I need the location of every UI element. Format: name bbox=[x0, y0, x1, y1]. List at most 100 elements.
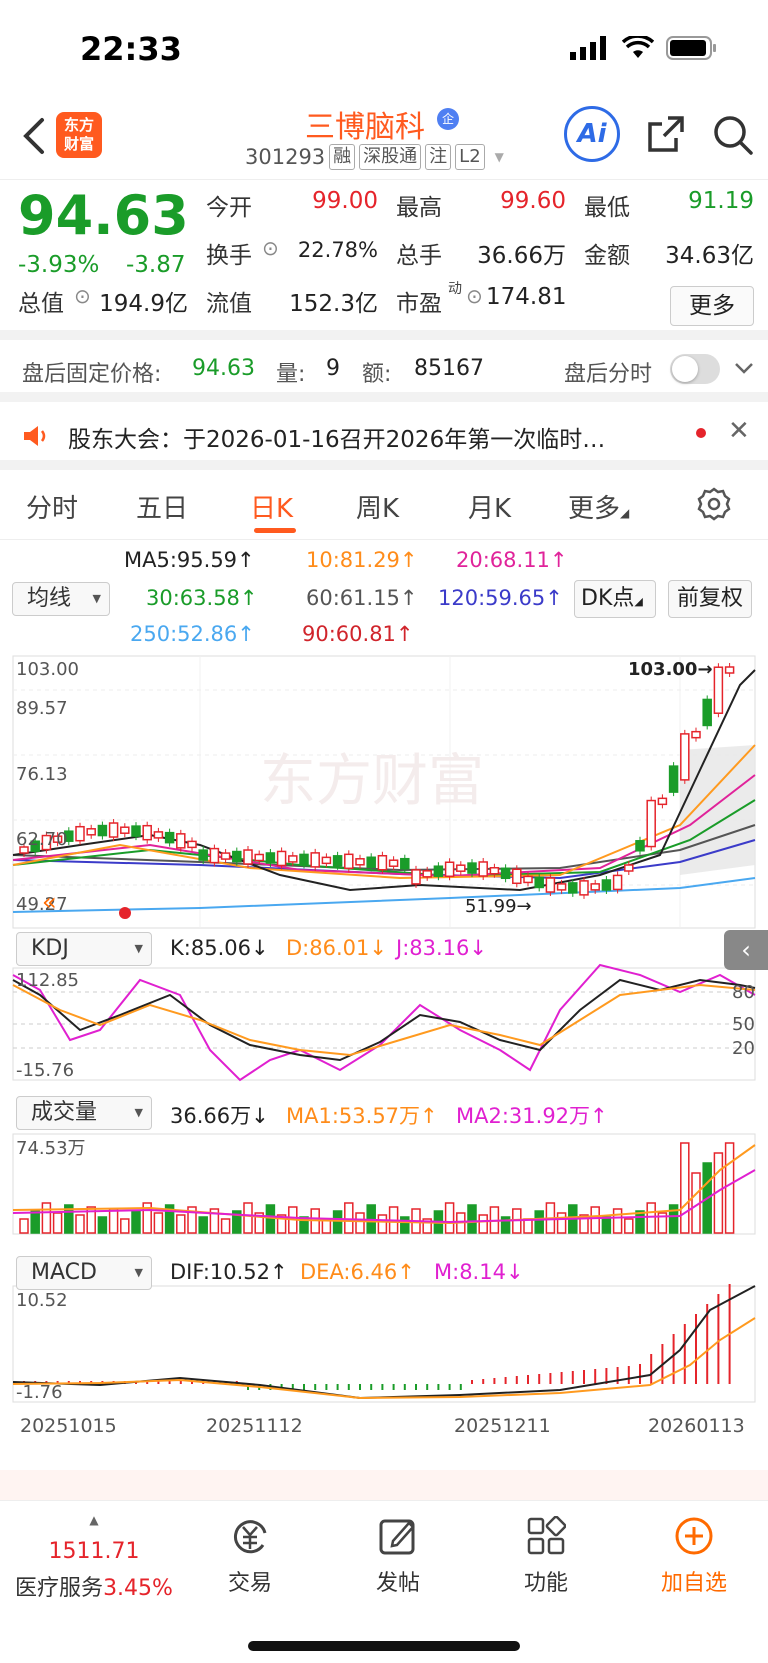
volume-bar bbox=[444, 1202, 455, 1234]
volume-bar bbox=[198, 1216, 208, 1234]
volume-bar bbox=[523, 1218, 533, 1234]
tab-monthly-k[interactable]: 月K bbox=[468, 488, 511, 525]
volume-bar bbox=[131, 1210, 141, 1234]
back-icon[interactable] bbox=[16, 114, 52, 158]
macd-dea-line bbox=[12, 1317, 756, 1400]
ai-button[interactable]: Ai bbox=[564, 106, 620, 162]
macd-selector[interactable]: MACD bbox=[16, 1256, 152, 1290]
pe-value: 174.81 bbox=[486, 284, 567, 310]
volume-bar bbox=[377, 1214, 388, 1234]
x-axis-label: 20251112 bbox=[206, 1415, 303, 1437]
candle-body bbox=[657, 797, 668, 806]
search-icon[interactable] bbox=[712, 114, 754, 156]
after-hours-toggle[interactable] bbox=[670, 354, 720, 384]
candle-body bbox=[523, 875, 533, 884]
post-button[interactable]: 发帖 bbox=[328, 1513, 468, 1597]
candle-body bbox=[635, 840, 645, 852]
candle-body bbox=[702, 698, 712, 727]
candle-body bbox=[310, 852, 320, 868]
kdj-selector[interactable]: KDJ bbox=[16, 932, 152, 966]
functions-label: 功能 bbox=[523, 1571, 568, 1596]
settings-icon[interactable] bbox=[696, 486, 732, 522]
adjust-button[interactable]: 前复权 bbox=[668, 580, 752, 618]
wifi-icon bbox=[622, 36, 654, 58]
volume-label: 总手 bbox=[396, 243, 442, 269]
tab-underline bbox=[254, 528, 296, 533]
triangle-up-icon: ▲ bbox=[89, 1513, 99, 1527]
share-icon[interactable] bbox=[646, 114, 686, 154]
trade-button[interactable]: 交易 bbox=[180, 1513, 320, 1597]
status-bar: 22:33 bbox=[0, 0, 768, 100]
tag-level2: L2 bbox=[455, 144, 485, 170]
amount-label: 金额 bbox=[584, 243, 630, 269]
info-icon[interactable]: ⊙ bbox=[74, 284, 91, 308]
macd-axis-min: -1.76 bbox=[16, 1382, 63, 1403]
candle-body bbox=[108, 822, 119, 838]
info-icon[interactable]: ⊙ bbox=[466, 284, 483, 308]
collapse-panel-icon[interactable]: ‹ bbox=[724, 930, 768, 970]
tab-timeshare[interactable]: 分时 bbox=[26, 488, 78, 525]
amount-value: 34.63亿 bbox=[665, 243, 754, 269]
tab-weekly-k[interactable]: 周K bbox=[356, 488, 399, 525]
x-axis-label: 20260113 bbox=[648, 1415, 745, 1437]
volume-bar bbox=[120, 1218, 130, 1234]
macd-axis-max: 10.52 bbox=[16, 1290, 68, 1311]
close-icon[interactable]: ✕ bbox=[728, 416, 750, 446]
sector-index-name: 医疗服务 bbox=[15, 1576, 104, 1601]
event-dot bbox=[119, 907, 131, 919]
ma90-legend: 90:60.81↑ bbox=[302, 622, 414, 646]
ma250-line bbox=[12, 877, 756, 913]
tab-more[interactable]: 更多◢ bbox=[568, 488, 629, 525]
float-label: 流值 bbox=[206, 291, 252, 317]
candle-body bbox=[232, 850, 242, 863]
after-hours-amt-label: 额: bbox=[362, 362, 392, 387]
candle-body bbox=[220, 852, 231, 860]
more-button[interactable]: 更多 bbox=[670, 286, 754, 326]
chevron-down-icon[interactable] bbox=[734, 362, 754, 376]
volume-selector[interactable]: 成交量 bbox=[16, 1096, 152, 1130]
functions-button[interactable]: 功能 bbox=[476, 1513, 616, 1597]
volume-bar bbox=[52, 1212, 63, 1234]
float-value: 152.3亿 bbox=[289, 291, 378, 317]
notice-bar[interactable]: 股东大会：于2026-01-16召开2026年第一次临时… ✕ bbox=[0, 402, 768, 470]
enterprise-badge: 企 bbox=[437, 108, 459, 130]
volume-bar bbox=[265, 1204, 276, 1234]
pe-dynamic-sup: 动 bbox=[448, 281, 462, 297]
price-axis-tick: 89.57 bbox=[16, 698, 68, 719]
volume-bar bbox=[601, 1216, 612, 1234]
volume-bar bbox=[646, 1202, 656, 1234]
turnover-label: 换手 bbox=[206, 243, 252, 269]
tag-margin: 融 bbox=[329, 144, 356, 170]
logo-line1: 东方 bbox=[63, 116, 94, 134]
unread-dot bbox=[696, 428, 706, 438]
high-label: 最高 bbox=[396, 195, 442, 221]
sector-index[interactable]: ▲ 1511.71 医疗服务3.45% bbox=[14, 1513, 174, 1602]
candle-body bbox=[646, 799, 656, 848]
volume-bar bbox=[668, 1204, 679, 1234]
stock-name: 三博脑科 bbox=[305, 110, 425, 145]
after-hours-price: 94.63 bbox=[192, 356, 255, 381]
volume-value: 36.66万 bbox=[477, 243, 566, 269]
candle-body bbox=[601, 879, 612, 891]
candle-body bbox=[265, 852, 276, 864]
candle-body bbox=[422, 870, 432, 878]
candle-body bbox=[713, 666, 724, 714]
info-icon[interactable]: ⊙ bbox=[262, 236, 279, 260]
candle-body bbox=[545, 877, 556, 893]
candle-body bbox=[377, 854, 388, 871]
tag-connect: 深股通 bbox=[359, 144, 422, 170]
stock-code-row[interactable]: 301293 融 深股通 注 L2 ▼ bbox=[245, 144, 504, 170]
tab-daily-k[interactable]: 日K bbox=[250, 488, 293, 525]
battery-icon bbox=[666, 36, 716, 60]
dk-button[interactable]: DK点◢ bbox=[574, 580, 656, 618]
tab-five-day[interactable]: 五日 bbox=[136, 488, 188, 525]
ma30-legend: 30:63.58↑ bbox=[146, 586, 258, 610]
add-watchlist-button[interactable]: 加自选 bbox=[624, 1513, 764, 1597]
kline-chart[interactable]: 东方财富 103.00 89.57 76.13 62.70 49.27 103.… bbox=[0, 650, 768, 1450]
ma-selector[interactable]: 均线 bbox=[12, 582, 110, 616]
trade-label: 交易 bbox=[227, 1571, 272, 1596]
candle-body bbox=[198, 849, 208, 861]
kdj-level-80: 80 bbox=[732, 982, 755, 1003]
volume-bar bbox=[41, 1202, 52, 1234]
candle-body bbox=[153, 831, 164, 839]
